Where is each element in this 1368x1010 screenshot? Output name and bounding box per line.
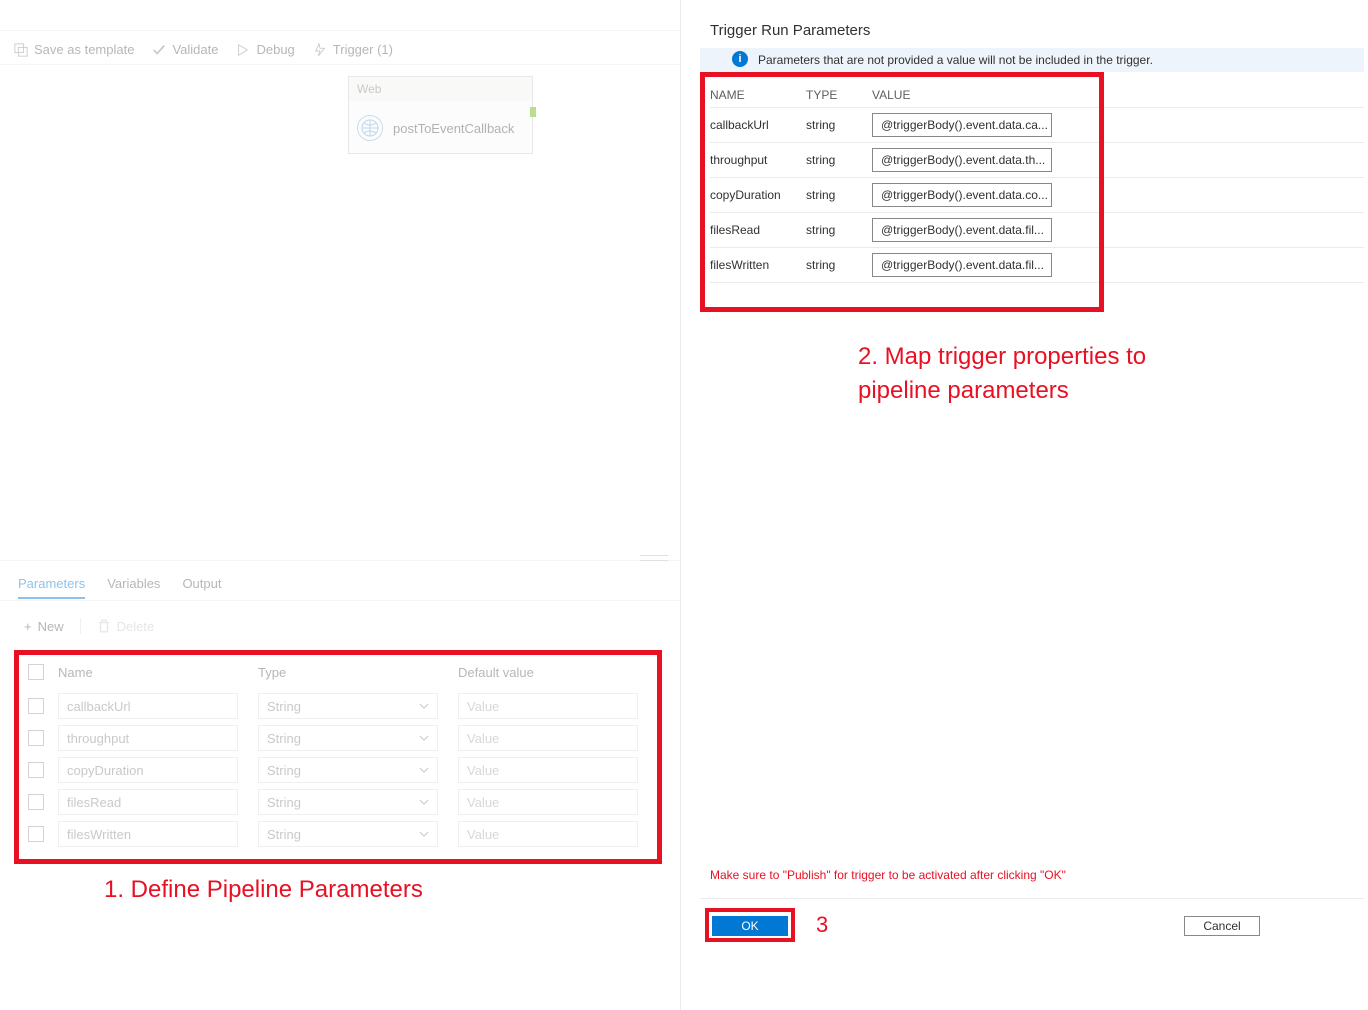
ok-button[interactable]: OK xyxy=(712,916,788,936)
cancel-button[interactable]: Cancel xyxy=(1184,916,1260,936)
check-icon xyxy=(152,43,166,57)
annotation-highlight-1 xyxy=(14,650,662,864)
publish-warning: Make sure to "Publish" for trigger to be… xyxy=(710,868,1066,882)
trash-icon xyxy=(97,619,111,633)
divider xyxy=(0,600,680,601)
annotation-highlight-2 xyxy=(700,72,1104,312)
play-icon xyxy=(236,43,250,57)
node-type-label: Web xyxy=(349,77,532,101)
save-as-template-label: Save as template xyxy=(34,42,134,57)
annotation-text-3: 3 xyxy=(816,912,828,938)
tab-output[interactable]: Output xyxy=(182,576,221,599)
delete-parameter-button: Delete xyxy=(97,619,155,634)
annotation-text-1: 1. Define Pipeline Parameters xyxy=(104,876,423,904)
debug-button[interactable]: Debug xyxy=(236,42,294,57)
splitter xyxy=(0,560,680,561)
divider xyxy=(700,898,1364,899)
validate-label: Validate xyxy=(172,42,218,57)
panel-divider xyxy=(680,0,681,1010)
plus-icon: + xyxy=(24,619,32,634)
debug-label: Debug xyxy=(256,42,294,57)
delete-label: Delete xyxy=(117,619,155,634)
tab-parameters[interactable]: Parameters xyxy=(18,576,85,599)
node-name: postToEventCallback xyxy=(393,121,514,136)
tab-variables[interactable]: Variables xyxy=(107,576,160,599)
annotation-text-2: 2. Map trigger properties to pipeline pa… xyxy=(858,340,1146,407)
toolbar: Save as template Validate Debug Trigger … xyxy=(14,42,393,57)
save-template-icon xyxy=(14,43,28,57)
pipeline-activity-node[interactable]: Web postToEventCallback xyxy=(348,76,533,154)
parameters-toolbar: + New Delete xyxy=(24,618,154,634)
trigger-label: Trigger (1) xyxy=(333,42,393,57)
success-connector[interactable] xyxy=(530,107,536,117)
trigger-icon xyxy=(313,43,327,57)
panel-title: Trigger Run Parameters xyxy=(710,22,870,39)
trigger-button[interactable]: Trigger (1) xyxy=(313,42,393,57)
save-as-template-button[interactable]: Save as template xyxy=(14,42,134,57)
info-icon: i xyxy=(732,51,748,67)
splitter-handle[interactable] xyxy=(640,555,668,561)
info-bar: Parameters that are not provided a value… xyxy=(700,48,1364,72)
divider xyxy=(0,30,680,31)
new-parameter-button[interactable]: + New xyxy=(24,619,64,634)
new-label: New xyxy=(38,619,64,634)
globe-icon xyxy=(357,115,383,141)
validate-button[interactable]: Validate xyxy=(152,42,218,57)
separator xyxy=(80,618,81,634)
info-text: Parameters that are not provided a value… xyxy=(758,53,1153,67)
divider xyxy=(0,64,680,65)
bottom-tabs: Parameters Variables Output xyxy=(18,576,221,599)
